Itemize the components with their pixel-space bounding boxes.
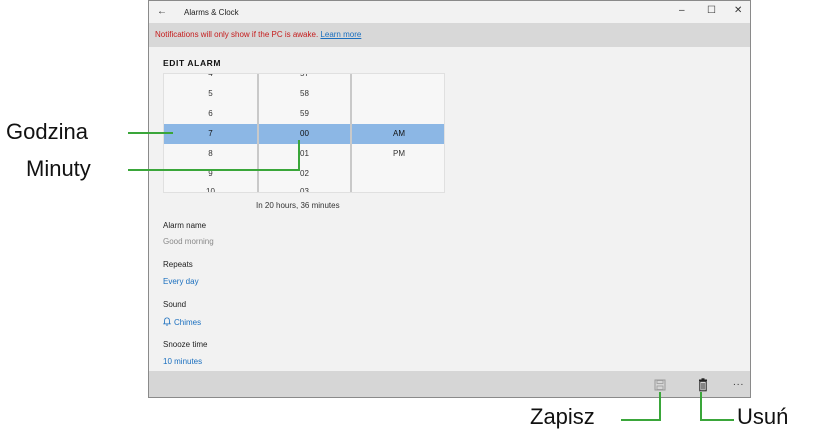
callout-hour-label: Godzina xyxy=(6,119,88,144)
minute-option[interactable]: 59 xyxy=(259,104,350,124)
minimize-icon[interactable]: – xyxy=(679,5,685,16)
learn-more-link[interactable]: Learn more xyxy=(320,30,361,39)
snooze-select[interactable]: 10 minutes xyxy=(163,357,202,366)
ampm-option-selected[interactable]: AM xyxy=(352,124,444,144)
title-bar: ← Alarms & Clock – ☐ ✕ xyxy=(149,1,750,23)
hour-column[interactable]: 4 5 6 7 8 9 10 xyxy=(164,74,259,192)
hour-option[interactable]: 6 xyxy=(164,104,257,124)
app-window: ← Alarms & Clock – ☐ ✕ Notifications wil… xyxy=(148,0,751,398)
callout-save-label: Zapisz xyxy=(530,404,595,429)
hour-option[interactable]: 9 xyxy=(164,164,257,184)
sound-value: Chimes xyxy=(174,318,202,327)
hour-option[interactable]: 5 xyxy=(164,84,257,104)
minute-option[interactable]: 01 xyxy=(259,144,350,164)
callout-save-line-h xyxy=(621,419,661,421)
callout-hour-line xyxy=(128,132,173,134)
minute-column[interactable]: 57 58 59 00 01 02 03 xyxy=(259,74,352,192)
sound-select[interactable]: Chimes xyxy=(163,317,201,327)
alarm-name-label: Alarm name xyxy=(163,221,207,230)
callout-delete-line-v xyxy=(700,392,702,421)
callout-minute-line-h xyxy=(128,169,300,171)
repeats-label: Repeats xyxy=(163,260,193,269)
hour-option[interactable]: 10 xyxy=(164,186,257,192)
callout-minute-line-v xyxy=(298,140,300,171)
snooze-label: Snooze time xyxy=(163,340,208,349)
bell-icon xyxy=(163,317,171,326)
callout-delete-line-h xyxy=(702,419,734,421)
minute-option[interactable]: 03 xyxy=(259,186,350,192)
notification-banner: Notifications will only show if the PC i… xyxy=(149,23,750,47)
repeats-select[interactable]: Every day xyxy=(163,277,199,286)
minute-option[interactable]: 02 xyxy=(259,164,350,184)
countdown-text: In 20 hours, 36 minutes xyxy=(256,201,340,210)
time-picker[interactable]: 4 5 6 7 8 9 10 57 58 59 00 01 02 03 AM P… xyxy=(163,73,445,193)
maximize-icon[interactable]: ☐ xyxy=(707,5,716,16)
save-icon[interactable] xyxy=(654,378,666,392)
close-icon[interactable]: ✕ xyxy=(734,5,742,16)
more-icon[interactable]: ... xyxy=(733,377,744,388)
callout-delete-label: Usuń xyxy=(737,404,789,429)
edit-alarm-panel: EDIT ALARM 4 5 6 7 8 9 10 57 58 59 00 01… xyxy=(149,47,750,371)
minute-option[interactable]: 58 xyxy=(259,84,350,104)
window-title: Alarms & Clock xyxy=(184,8,239,17)
minute-option-selected[interactable]: 00 xyxy=(259,124,350,144)
delete-icon[interactable] xyxy=(697,378,709,392)
sound-label: Sound xyxy=(163,300,187,309)
hour-option-selected[interactable]: 7 xyxy=(164,124,257,144)
page-title: EDIT ALARM xyxy=(163,58,222,68)
callout-minute-label: Minuty xyxy=(26,156,91,181)
callout-save-line-v xyxy=(659,392,661,421)
notification-text: Notifications will only show if the PC i… xyxy=(155,30,319,39)
ampm-column[interactable]: AM PM xyxy=(352,74,444,192)
alarm-name-input[interactable]: Good morning xyxy=(163,237,214,246)
hour-option[interactable]: 8 xyxy=(164,144,257,164)
back-arrow-icon[interactable]: ← xyxy=(157,6,167,17)
ampm-option[interactable]: PM xyxy=(352,144,444,164)
